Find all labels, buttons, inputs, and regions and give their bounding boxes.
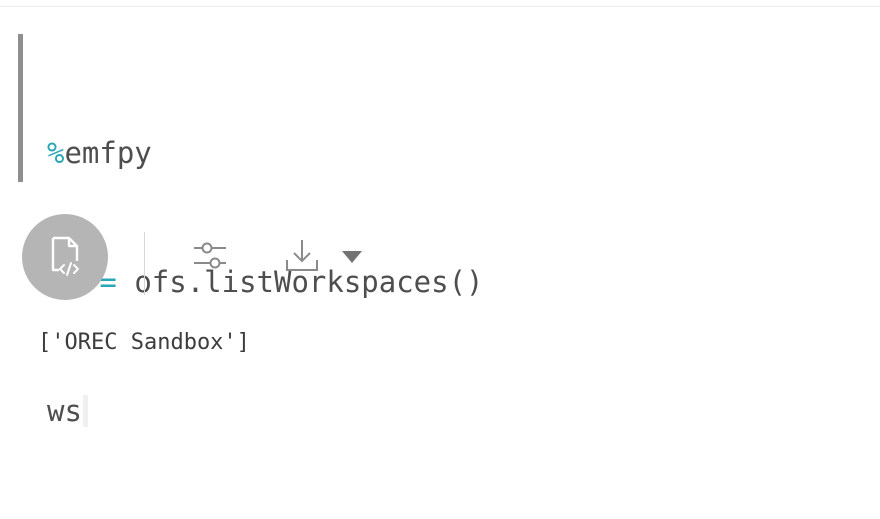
code-line-2: ws = ofs.listWorkspaces() (47, 261, 484, 304)
top-divider (0, 6, 880, 7)
cell-output: ['OREC Sandbox'] (38, 330, 250, 355)
download-icon (286, 240, 318, 271)
download-options-dropdown[interactable] (340, 248, 364, 266)
file-code-icon (51, 236, 79, 276)
script-output-button[interactable] (22, 214, 108, 300)
magic-percent: % (47, 136, 65, 170)
code-text: ws (47, 394, 82, 428)
download-button[interactable] (282, 236, 322, 276)
caret-down-icon (342, 251, 362, 263)
settings-button[interactable] (190, 238, 230, 274)
toolbar-divider (144, 232, 145, 295)
code-cell[interactable]: %emfpy ws = ofs.listWorkspaces() ws (18, 34, 858, 428)
text-cursor (82, 395, 88, 427)
sliders-icon (194, 242, 226, 269)
magic-command: emfpy (64, 136, 152, 170)
code-line-1: %emfpy (47, 132, 484, 175)
code-editor[interactable]: %emfpy ws = ofs.listWorkspaces() ws (47, 46, 484, 519)
